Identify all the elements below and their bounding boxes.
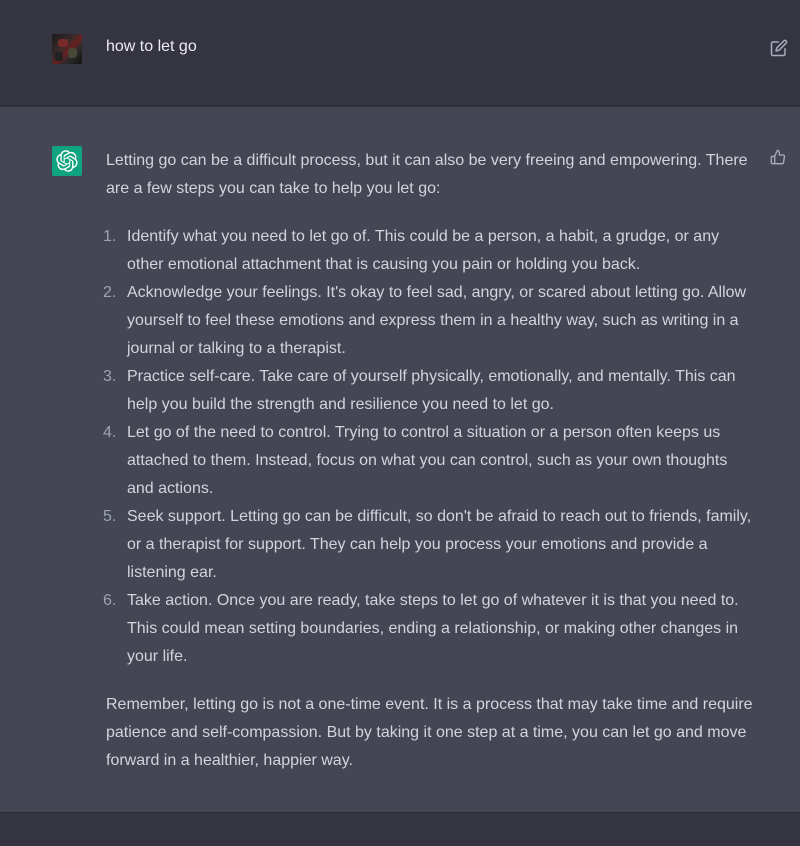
edit-button[interactable] xyxy=(770,39,788,57)
step-number: 6. xyxy=(103,592,117,609)
edit-icon xyxy=(770,39,788,57)
assistant-answer: Letting go can be a difficult process, b… xyxy=(103,147,756,775)
thumbs-up-icon xyxy=(770,149,786,165)
step-number: 1. xyxy=(103,228,117,245)
step-text: Identify what you need to let go of. Thi… xyxy=(127,228,720,273)
step-text: Take action. Once you are ready, take st… xyxy=(127,592,739,665)
step-number: 2. xyxy=(103,284,117,301)
assistant-message-row: Letting go can be a difficult process, b… xyxy=(0,107,800,813)
list-item: 5. Seek support. Letting go can be diffic… xyxy=(103,503,756,587)
list-item: 3. Practice self-care. Take care of yours… xyxy=(103,363,756,419)
user-avatar xyxy=(52,34,82,64)
step-text: Acknowledge your feelings. It's okay to … xyxy=(127,284,747,357)
list-item: 6. Take action. Once you are ready, take … xyxy=(103,587,756,671)
answer-outro: Remember, letting go is not a one-time e… xyxy=(106,696,753,769)
user-message-text: how to let go xyxy=(106,38,197,55)
step-text: Practice self-care. Take care of yoursel… xyxy=(127,368,736,413)
answer-intro: Letting go can be a difficult process, b… xyxy=(106,152,748,197)
thumbs-up-button[interactable] xyxy=(770,149,788,167)
step-number: 5. xyxy=(103,508,117,525)
bottom-area xyxy=(0,814,800,846)
list-item: 2. Acknowledge your feelings. It's okay t… xyxy=(103,279,756,363)
step-number: 4. xyxy=(103,424,117,441)
user-message-row: how to let go xyxy=(0,0,800,106)
openai-logo-icon xyxy=(56,150,78,172)
step-text: Seek support. Letting go can be difficul… xyxy=(127,508,752,581)
assistant-avatar xyxy=(52,146,82,176)
step-number: 3. xyxy=(103,368,117,385)
list-item: 1. Identify what you need to let go of. T… xyxy=(103,223,756,279)
step-text: Let go of the need to control. Trying to… xyxy=(127,424,728,497)
steps-list: 1. Identify what you need to let go of. T… xyxy=(103,223,756,671)
list-item: 4. Let go of the need to control. Trying … xyxy=(103,419,756,503)
